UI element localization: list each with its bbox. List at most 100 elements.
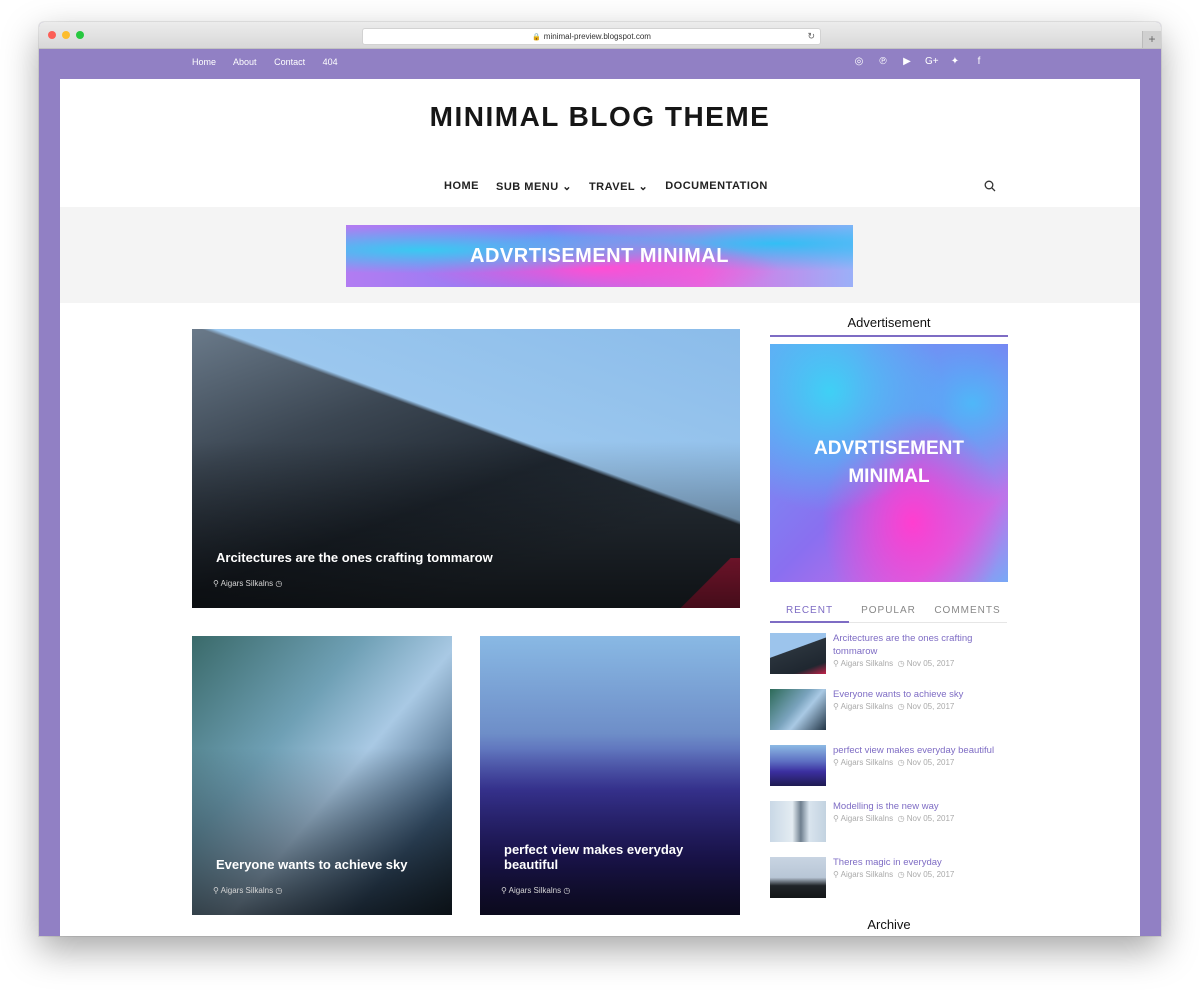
new-tab-button[interactable]: + xyxy=(1142,31,1161,48)
tab-comments[interactable]: COMMENTS xyxy=(928,605,1007,623)
user-icon: ⚲ xyxy=(213,579,219,588)
chevron-down-icon: ⌄ xyxy=(638,181,649,193)
minimize-window-button[interactable] xyxy=(62,31,70,39)
browser-titlebar: 🔒 minimal-preview.blogspot.com ↻ + xyxy=(39,22,1161,49)
nav-travel-label: TRAVEL xyxy=(588,181,635,193)
post-author[interactable]: Aigars Silkalns xyxy=(221,579,273,588)
list-item[interactable]: perfect view makes everyday beautiful ⚲ … xyxy=(770,741,1008,797)
clock-icon: ◷ xyxy=(897,758,905,767)
recent-post-date: Nov 05, 2017 xyxy=(906,659,955,668)
featured-post-3[interactable]: perfect view makes everyday beautiful ⚲ … xyxy=(480,636,740,915)
recent-posts-list: Arcitectures are the ones crafting tomma… xyxy=(770,629,1008,909)
user-icon: ⚲ xyxy=(501,886,507,895)
nav-home[interactable]: HOME xyxy=(444,180,479,193)
recent-post-author: Aigars Silkalns xyxy=(840,702,894,711)
sidebar-ad-banner[interactable]: ADVRTISEMENT MINIMAL xyxy=(770,344,1008,582)
search-icon[interactable] xyxy=(984,179,996,197)
social-links: ◎ ℗ ▶ G+ ✦ f xyxy=(853,56,985,67)
user-icon: ⚲ xyxy=(213,886,219,895)
post-thumbnail[interactable] xyxy=(770,745,826,786)
topnav-about[interactable]: About xyxy=(233,57,257,67)
recent-post-date: Nov 05, 2017 xyxy=(906,814,955,823)
user-icon: ⚲ xyxy=(833,758,839,767)
clock-icon: ◷ xyxy=(275,579,283,588)
maximize-window-button[interactable] xyxy=(76,31,84,39)
post-thumbnail[interactable] xyxy=(770,857,826,898)
header-ad-banner[interactable]: ADVRTISEMENT MINIMAL xyxy=(346,225,853,287)
list-item[interactable]: Theres magic in everyday ⚲ Aigars Silkal… xyxy=(770,853,1008,909)
sidebar-ad-text: ADVRTISEMENT MINIMAL xyxy=(814,435,964,491)
nav-home-label: HOME xyxy=(444,180,479,192)
post-thumbnail[interactable] xyxy=(770,689,826,730)
tab-popular[interactable]: POPULAR xyxy=(849,605,928,623)
recent-post-title[interactable]: Arcitectures are the ones crafting tomma… xyxy=(833,632,1011,658)
recent-post-date: Nov 05, 2017 xyxy=(906,758,955,767)
clock-icon: ◷ xyxy=(897,659,905,668)
list-item[interactable]: Everyone wants to achieve sky ⚲ Aigars S… xyxy=(770,685,1008,741)
post-title[interactable]: Arcitectures are the ones crafting tomma… xyxy=(216,550,493,565)
nav-documentation-label: DOCUMENTATION xyxy=(665,180,768,192)
featured-post-1[interactable]: Arcitectures are the ones crafting tomma… xyxy=(192,329,740,608)
recent-post-meta: ⚲ Aigars Silkalns ◷ Nov 05, 2017 xyxy=(833,702,954,711)
recent-post-meta: ⚲ Aigars Silkalns ◷ Nov 05, 2017 xyxy=(833,870,954,879)
topnav-contact[interactable]: Contact xyxy=(274,57,305,67)
tab-recent[interactable]: RECENT xyxy=(770,605,849,623)
post-meta: ⚲ Aigars Silkalns ◷ xyxy=(213,579,282,588)
post-author[interactable]: Aigars Silkalns xyxy=(509,886,561,895)
lock-icon: 🔒 xyxy=(532,34,541,41)
recent-post-title[interactable]: Theres magic in everyday xyxy=(833,856,1011,869)
recent-post-date: Nov 05, 2017 xyxy=(906,870,955,879)
youtube-icon[interactable]: ▶ xyxy=(901,56,913,67)
post-meta: ⚲ Aigars Silkalns ◷ xyxy=(501,886,570,895)
nav-travel[interactable]: TRAVEL ⌄ xyxy=(589,180,648,193)
recent-post-meta: ⚲ Aigars Silkalns ◷ Nov 05, 2017 xyxy=(833,659,954,668)
user-icon: ⚲ xyxy=(833,814,839,823)
pinterest-icon[interactable]: ℗ xyxy=(877,56,889,67)
post-title[interactable]: perfect view makes everyday beautiful xyxy=(504,842,714,872)
user-icon: ⚲ xyxy=(833,870,839,879)
recent-post-meta: ⚲ Aigars Silkalns ◷ Nov 05, 2017 xyxy=(833,814,954,823)
google-plus-icon[interactable]: G+ xyxy=(925,56,939,67)
page-content: MINIMAL BLOG THEME HOME SUB MENU ⌄ TRAVE… xyxy=(60,79,1140,936)
recent-post-author: Aigars Silkalns xyxy=(840,659,894,668)
clock-icon: ◷ xyxy=(563,886,571,895)
post-thumbnail[interactable] xyxy=(770,633,826,674)
header-ad-area: ADVRTISEMENT MINIMAL xyxy=(60,207,1140,303)
topnav-home[interactable]: Home xyxy=(192,57,216,67)
sidebar: Advertisement ADVRTISEMENT MINIMAL RECEN… xyxy=(770,315,1008,909)
post-title[interactable]: Everyone wants to achieve sky xyxy=(216,857,407,872)
close-window-button[interactable] xyxy=(48,31,56,39)
main-nav: HOME SUB MENU ⌄ TRAVEL ⌄ DOCUMENTATION xyxy=(444,180,768,193)
list-item[interactable]: Modelling is the new way ⚲ Aigars Silkal… xyxy=(770,797,1008,853)
clock-icon: ◷ xyxy=(275,886,283,895)
nav-documentation[interactable]: DOCUMENTATION xyxy=(665,180,768,193)
user-icon: ⚲ xyxy=(833,702,839,711)
nav-sub-menu[interactable]: SUB MENU ⌄ xyxy=(496,180,572,193)
address-bar[interactable]: 🔒 minimal-preview.blogspot.com ↻ xyxy=(362,28,821,45)
clock-icon: ◷ xyxy=(897,814,905,823)
user-icon: ⚲ xyxy=(833,659,839,668)
recent-post-title[interactable]: Modelling is the new way xyxy=(833,800,1011,813)
post-author[interactable]: Aigars Silkalns xyxy=(221,886,273,895)
featured-post-2[interactable]: Everyone wants to achieve sky ⚲ Aigars S… xyxy=(192,636,452,915)
clock-icon: ◷ xyxy=(897,870,905,879)
archive-widget-title: Archive xyxy=(867,917,911,932)
reload-icon[interactable]: ↻ xyxy=(807,29,815,44)
advertisement-widget-title: Advertisement xyxy=(770,315,1008,337)
clock-icon: ◷ xyxy=(897,702,905,711)
site-title[interactable]: MINIMAL BLOG THEME xyxy=(60,101,1140,133)
sidebar-ad-line-1: ADVRTISEMENT xyxy=(814,438,964,459)
twitter-icon[interactable]: ✦ xyxy=(949,56,961,67)
sidebar-ad-line-2: MINIMAL xyxy=(848,466,930,487)
recent-post-author: Aigars Silkalns xyxy=(840,758,894,767)
recent-post-title[interactable]: perfect view makes everyday beautiful xyxy=(833,744,1011,757)
list-item[interactable]: Arcitectures are the ones crafting tomma… xyxy=(770,629,1008,685)
recent-post-meta: ⚲ Aigars Silkalns ◷ Nov 05, 2017 xyxy=(833,758,954,767)
recent-post-date: Nov 05, 2017 xyxy=(906,702,955,711)
topnav-404[interactable]: 404 xyxy=(323,57,338,67)
sidebar-tabs: RECENT POPULAR COMMENTS xyxy=(770,605,1008,623)
post-thumbnail[interactable] xyxy=(770,801,826,842)
recent-post-title[interactable]: Everyone wants to achieve sky xyxy=(833,688,1011,701)
facebook-icon[interactable]: f xyxy=(973,56,985,67)
instagram-icon[interactable]: ◎ xyxy=(853,56,865,67)
